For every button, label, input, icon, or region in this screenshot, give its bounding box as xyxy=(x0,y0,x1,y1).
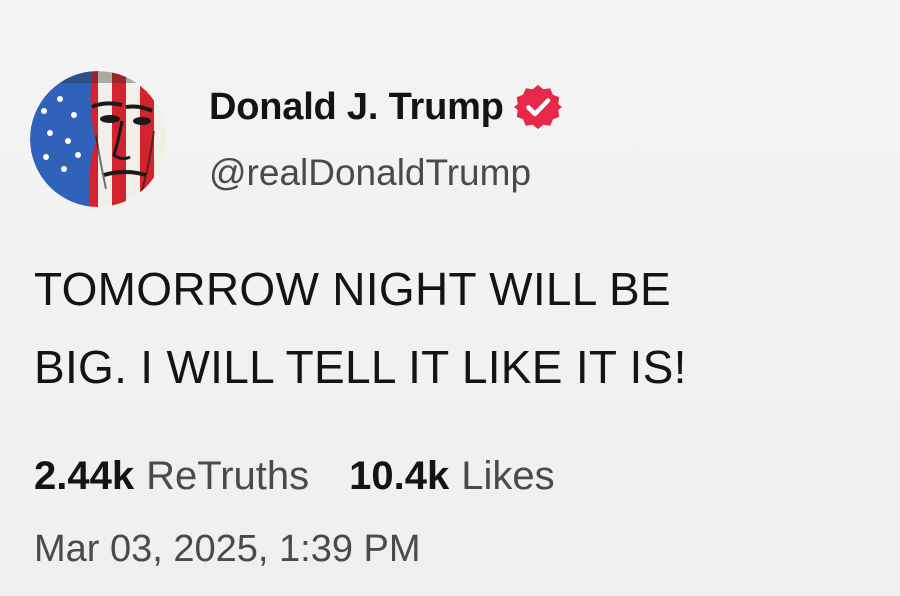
author-display-name[interactable]: Donald J. Trump xyxy=(209,86,504,129)
retruths-count: 2.44k xyxy=(34,454,135,498)
truth-post: Donald J. Trump @realDonaldTrump TOMORRO… xyxy=(0,0,900,596)
likes-count: 10.4k xyxy=(349,454,450,498)
author-avatar[interactable] xyxy=(30,71,166,207)
avatar-flag-portrait-icon xyxy=(30,71,166,207)
post-stats: 2.44k ReTruths 10.4k Likes xyxy=(34,454,555,499)
likes-stat[interactable]: 10.4k Likes xyxy=(349,454,555,499)
retruths-stat[interactable]: 2.44k ReTruths xyxy=(34,454,309,499)
retruths-label: ReTruths xyxy=(146,454,310,498)
author-handle[interactable]: @realDonaldTrump xyxy=(209,152,531,194)
verified-badge-icon xyxy=(513,83,562,131)
author-name-row: Donald J. Trump xyxy=(209,82,562,132)
post-timestamp: Mar 03, 2025, 1:39 PM xyxy=(34,528,421,570)
post-body-text: TOMORROW NIGHT WILL BE BIG. I WILL TELL … xyxy=(34,263,687,393)
likes-label: Likes xyxy=(461,454,555,498)
